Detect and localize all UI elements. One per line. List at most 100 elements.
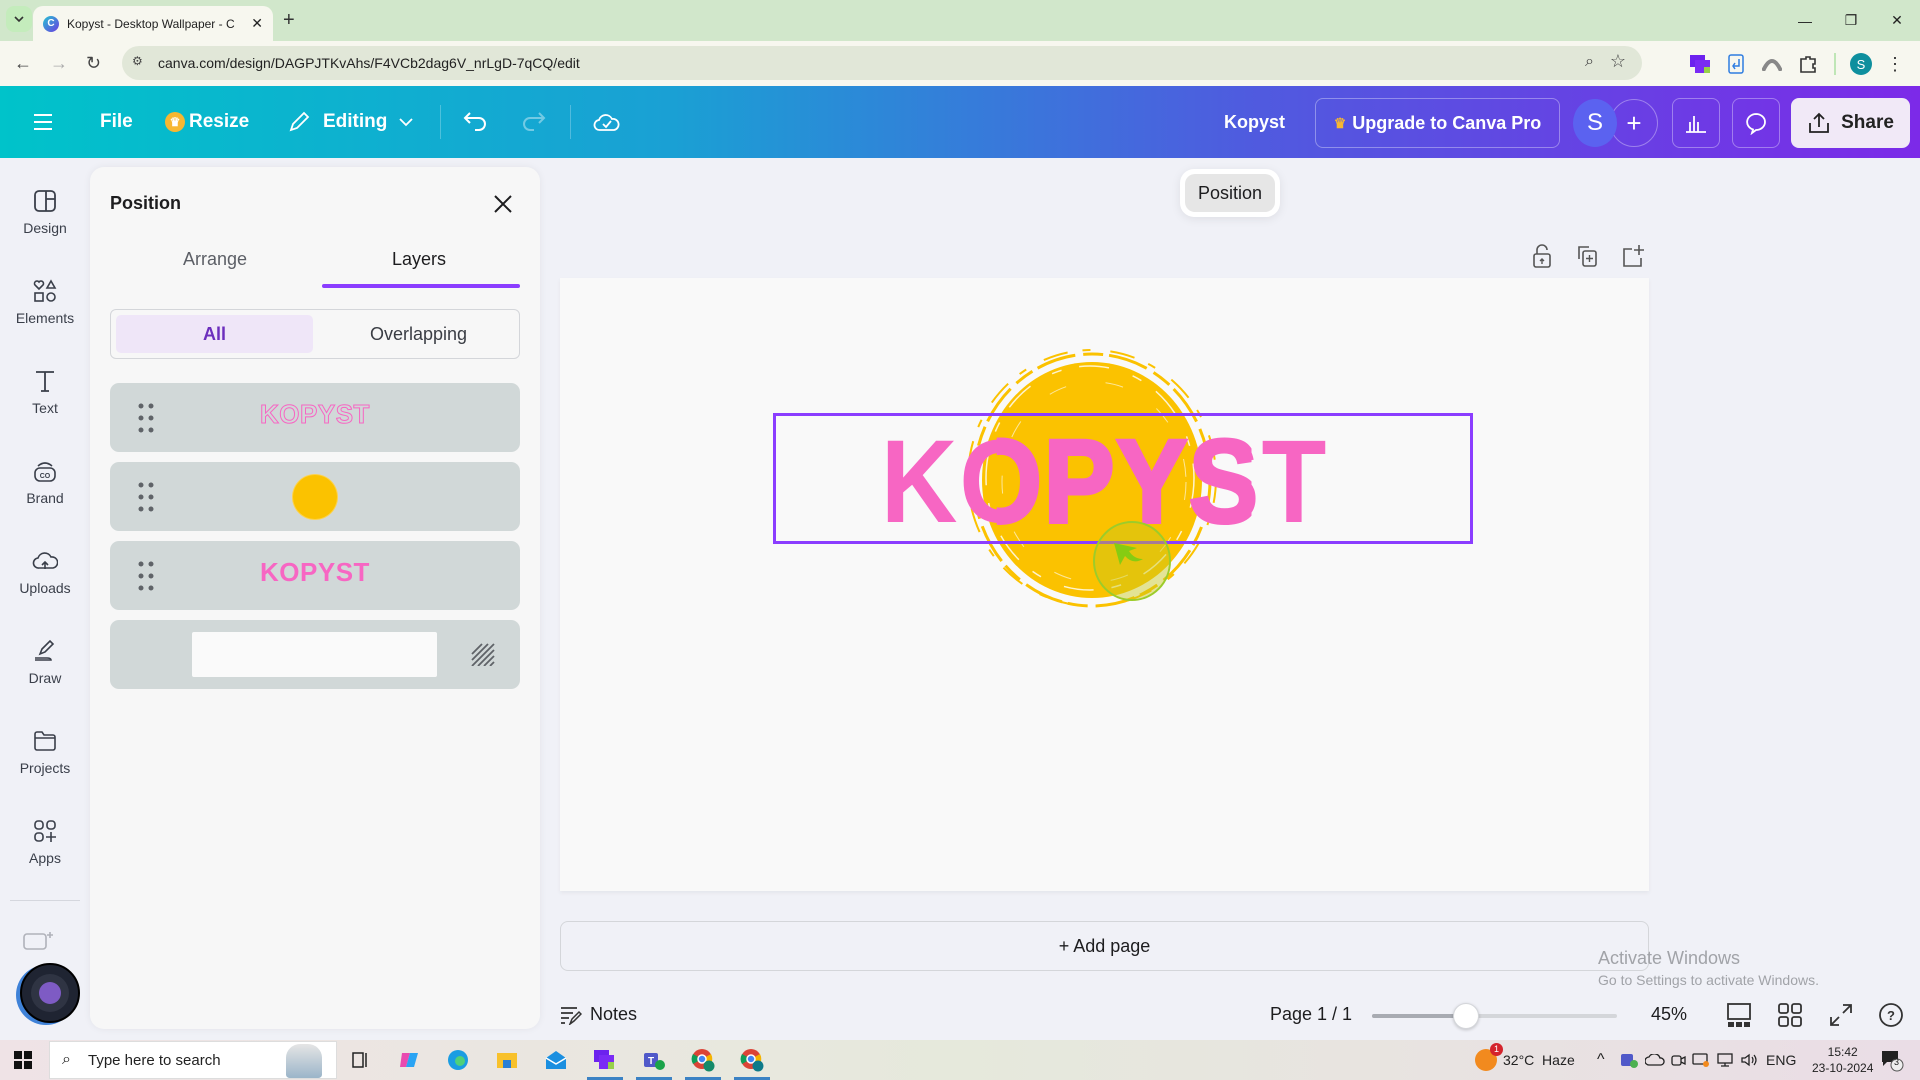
upgrade-pro-button[interactable]: ♛ Upgrade to Canva Pro (1315, 98, 1560, 148)
site-info-icon[interactable]: ⚙ (132, 54, 150, 72)
browser-menu-icon[interactable]: ⋮ (1884, 53, 1906, 75)
user-avatar[interactable]: S (1573, 99, 1617, 147)
filter-overlapping-button[interactable]: Overlapping (321, 315, 516, 353)
mail-icon[interactable] (541, 1045, 571, 1075)
notes-button[interactable]: Notes (560, 1004, 637, 1025)
grid-view-icon[interactable] (1777, 1002, 1803, 1028)
back-button[interactable]: ← (14, 53, 32, 74)
extension-canva-icon[interactable] (1689, 53, 1711, 75)
edge-browser-icon[interactable] (443, 1045, 473, 1075)
insights-button[interactable] (1672, 98, 1720, 148)
profile-avatar[interactable]: S (1850, 53, 1872, 75)
clock-date: 23-10-2024 (1812, 1061, 1874, 1075)
rail-item-design[interactable]: Design (0, 188, 90, 268)
rail-item-text[interactable]: Text (0, 368, 90, 448)
canva-assistant-orb[interactable] (20, 963, 80, 1023)
chrome-profile-s-icon[interactable] (734, 1045, 770, 1080)
page-indicator[interactable]: Page 1 / 1 (1270, 1004, 1352, 1025)
copilot-icon[interactable] (394, 1045, 424, 1075)
comments-button[interactable] (1732, 98, 1780, 148)
share-label: Share (1841, 112, 1894, 133)
url-text: canva.com/design/DAGPJTKvAhs/F4VCb2dag6V… (158, 55, 580, 71)
main-menu-button[interactable] (32, 86, 54, 158)
forward-button[interactable]: → (50, 53, 68, 74)
position-tooltip: Position (1180, 169, 1280, 217)
close-window-button[interactable]: ✕ (1874, 0, 1920, 41)
close-tab-icon[interactable]: ✕ (251, 15, 263, 32)
zoom-percentage[interactable]: 45% (1651, 1004, 1687, 1025)
rail-item-draw[interactable]: Draw (0, 638, 90, 718)
layer-item[interactable]: KOPYST (110, 383, 520, 452)
show-hidden-icons-chevron[interactable]: ^ (1597, 1040, 1605, 1080)
close-panel-button[interactable] (488, 189, 518, 219)
camera-tray-icon[interactable] (1670, 1040, 1686, 1080)
reload-button[interactable]: ↻ (86, 53, 101, 74)
weather-widget[interactable]: 1 32°C Haze (1475, 1040, 1575, 1080)
rail-item-projects[interactable]: Projects (0, 728, 90, 808)
layer-item[interactable]: KOPYST (110, 541, 520, 610)
teams-icon[interactable]: T (636, 1045, 672, 1080)
tab-search-button[interactable] (6, 6, 32, 32)
network-icon[interactable] (1716, 1040, 1734, 1080)
extension-arch-icon[interactable] (1761, 53, 1783, 75)
task-view-icon[interactable] (345, 1045, 375, 1075)
extensions-puzzle-icon[interactable] (1797, 53, 1819, 75)
notifications-button[interactable]: 3 (1880, 1040, 1904, 1080)
rail-divider (10, 900, 80, 901)
add-page-icon[interactable] (1620, 243, 1644, 269)
weather-badge: 1 (1490, 1043, 1503, 1056)
thumbnail-view-icon[interactable] (1726, 1002, 1752, 1028)
zoom-slider-knob[interactable] (1453, 1003, 1480, 1029)
language-indicator[interactable]: ENG (1766, 1040, 1796, 1080)
clock[interactable]: 15:42 23-10-2024 (1812, 1040, 1873, 1080)
redo-button[interactable] (520, 86, 546, 158)
zoom-slider[interactable] (1372, 1003, 1617, 1029)
help-icon[interactable]: ? (1878, 1002, 1904, 1028)
add-page-button[interactable]: + Add page (560, 921, 1649, 971)
chrome-profile-a-icon[interactable] (685, 1045, 721, 1080)
invite-button[interactable]: + (1610, 99, 1658, 147)
volume-icon[interactable] (1740, 1040, 1760, 1080)
minimize-button[interactable]: — (1782, 0, 1828, 41)
editing-mode-dropdown[interactable]: Editing (287, 86, 414, 158)
canva-app-icon[interactable] (587, 1045, 623, 1080)
zoom-magnifier-icon[interactable]: ⌕ (1585, 53, 1594, 71)
teams-tray-icon[interactable] (1620, 1040, 1638, 1080)
lock-page-icon[interactable] (1530, 243, 1554, 269)
magic-media-icon[interactable] (22, 930, 56, 950)
rail-item-elements[interactable]: Elements (0, 278, 90, 358)
tab-arrange[interactable]: Arrange (183, 249, 247, 270)
onedrive-icon[interactable] (1645, 1040, 1665, 1080)
rail-item-uploads[interactable]: Uploads (0, 548, 90, 628)
taskbar-search-box[interactable]: ⌕ Type here to search (49, 1041, 337, 1079)
design-page[interactable]: KOPYST KOPYST (560, 278, 1649, 891)
url-bar[interactable]: ⚙ canva.com/design/DAGPJTKvAhs/F4VCb2dag… (122, 46, 1642, 80)
panel-title: Position (110, 193, 181, 213)
undo-button[interactable] (463, 86, 489, 158)
windows-start-icon[interactable] (14, 1051, 32, 1069)
save-status-button[interactable] (593, 86, 621, 158)
layer-item[interactable] (110, 462, 520, 531)
duplicate-page-icon[interactable] (1575, 243, 1599, 269)
display-tray-icon[interactable] (1692, 1040, 1710, 1080)
file-menu-button[interactable]: File (100, 86, 133, 158)
design-icon (34, 190, 56, 212)
drag-handle-icon[interactable] (138, 482, 154, 512)
layer-item-background[interactable] (110, 620, 520, 689)
new-tab-button[interactable]: + (283, 9, 295, 32)
position-panel: Position Arrange Layers All Overlapping … (90, 167, 540, 1029)
rail-item-apps[interactable]: Apps (0, 818, 90, 898)
share-button[interactable]: Share (1791, 98, 1910, 148)
bookmark-star-icon[interactable]: ☆ (1610, 51, 1626, 72)
design-title[interactable]: Kopyst (1224, 86, 1285, 158)
tab-layers[interactable]: Layers (392, 249, 446, 270)
file-explorer-icon[interactable] (492, 1045, 522, 1075)
filter-all-button[interactable]: All (116, 315, 313, 353)
restore-button[interactable]: ❐ (1828, 0, 1874, 41)
browser-tab-active[interactable]: C Kopyst - Desktop Wallpaper - C ✕ (33, 6, 273, 41)
fullscreen-icon[interactable] (1828, 1002, 1854, 1028)
resize-button[interactable]: ♛ Resize (165, 86, 249, 158)
windows-taskbar: ⌕ Type here to search T 1 32°C Haze ^ EN… (0, 1040, 1920, 1080)
extension-doc-icon[interactable] (1725, 53, 1747, 75)
rail-item-brand[interactable]: CO Brand (0, 458, 90, 538)
